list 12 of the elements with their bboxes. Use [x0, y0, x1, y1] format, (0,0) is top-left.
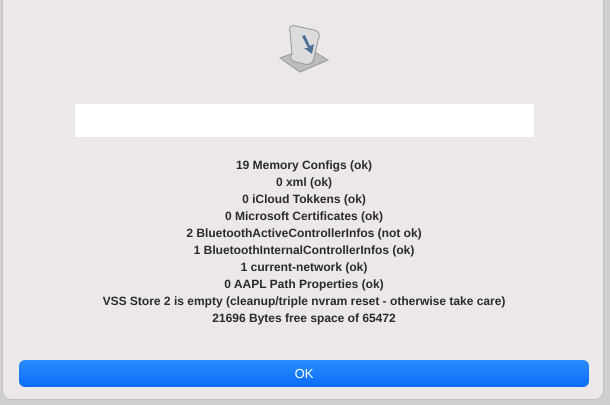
- script-icon: [278, 22, 330, 74]
- message-line: 0 iCloud Tokkens (ok): [242, 191, 366, 208]
- message-line: 21696 Bytes free space of 65472: [212, 310, 396, 327]
- message-line: VSS Store 2 is empty (cleanup/triple nvram reset - otherwise take care): [102, 293, 506, 310]
- message-line: 0 AAPL Path Properties (ok): [224, 276, 384, 293]
- message-line: 0 xml (ok): [276, 174, 332, 191]
- message-line: 2 BluetoothActiveControllerInfos (not ok): [186, 225, 422, 242]
- message-line: 19 Memory Configs (ok): [236, 157, 372, 174]
- message-line: 1 current-network (ok): [240, 259, 368, 276]
- ok-button[interactable]: OK: [19, 360, 589, 387]
- message-line: 1 BluetoothInternalControllerInfos (ok): [194, 242, 414, 259]
- message-line: 0 Microsoft Certificates (ok): [224, 208, 384, 225]
